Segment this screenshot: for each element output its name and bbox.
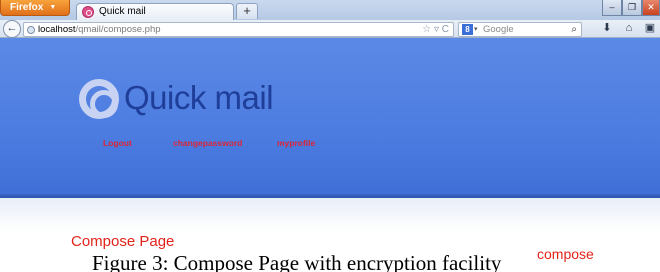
compose-label: compose xyxy=(537,246,594,262)
nav-changepassword-link[interactable]: changepassword xyxy=(173,138,242,148)
url-host: localhost xyxy=(38,24,76,35)
url-path: /qmail/compose.php xyxy=(75,24,161,35)
google-icon[interactable]: 8 xyxy=(462,24,473,35)
close-button[interactable]: ✕ xyxy=(642,0,660,16)
nav-myprofile-link[interactable]: myprofile xyxy=(277,138,315,148)
back-button[interactable]: ← xyxy=(3,20,21,38)
new-tab-button[interactable]: + xyxy=(236,3,258,19)
chevron-down-icon: ▼ xyxy=(49,4,57,11)
globe-icon xyxy=(27,26,35,34)
tab-title: Quick mail xyxy=(99,6,146,17)
search-input[interactable]: Google xyxy=(483,24,514,35)
browser-tab-active[interactable]: Quick mail xyxy=(76,3,234,20)
chevron-down-icon[interactable]: ▿ xyxy=(434,24,439,35)
nav-logout-link[interactable]: Logout xyxy=(103,138,132,148)
addon-bar-icon[interactable]: ▣ xyxy=(643,21,657,35)
window-controls: – ❐ ✕ xyxy=(602,0,660,17)
url-bar[interactable]: localhost/qmail/compose.php ☆ ▿ C xyxy=(23,22,454,37)
browser-titlebar: Firefox ▼ Quick mail + – ❐ ✕ xyxy=(0,0,660,20)
firefox-menu-label: Firefox xyxy=(10,2,44,13)
download-icon[interactable]: ⬇ xyxy=(600,21,614,35)
arrow-left-icon: ← xyxy=(6,22,18,34)
site-header: Quick mail xyxy=(0,38,660,198)
site-logo-text: Quick mail xyxy=(124,79,274,116)
home-icon[interactable]: ⌂ xyxy=(622,21,636,35)
search-bar[interactable]: 8 ▾ Google ⌕ xyxy=(458,22,582,37)
url-bar-icons: ☆ ▿ C xyxy=(422,23,449,36)
minimize-button[interactable]: – xyxy=(602,0,622,16)
star-icon[interactable]: ☆ xyxy=(422,24,431,35)
quickmail-favicon-icon xyxy=(82,6,94,18)
reload-icon[interactable]: C xyxy=(442,24,449,35)
magnifier-icon[interactable]: ⌕ xyxy=(571,23,577,36)
firefox-menu-button[interactable]: Firefox ▼ xyxy=(0,0,70,16)
figure-caption: Figure 3: Compose Page with encryption f… xyxy=(92,251,502,272)
page-title: Compose Page xyxy=(71,233,175,250)
quickmail-logo-icon xyxy=(79,79,119,119)
maximize-button[interactable]: ❐ xyxy=(622,0,642,16)
chevron-down-icon[interactable]: ▾ xyxy=(474,23,478,36)
browser-navbar: ← localhost/qmail/compose.php ☆ ▿ C 8 ▾ … xyxy=(0,20,660,38)
